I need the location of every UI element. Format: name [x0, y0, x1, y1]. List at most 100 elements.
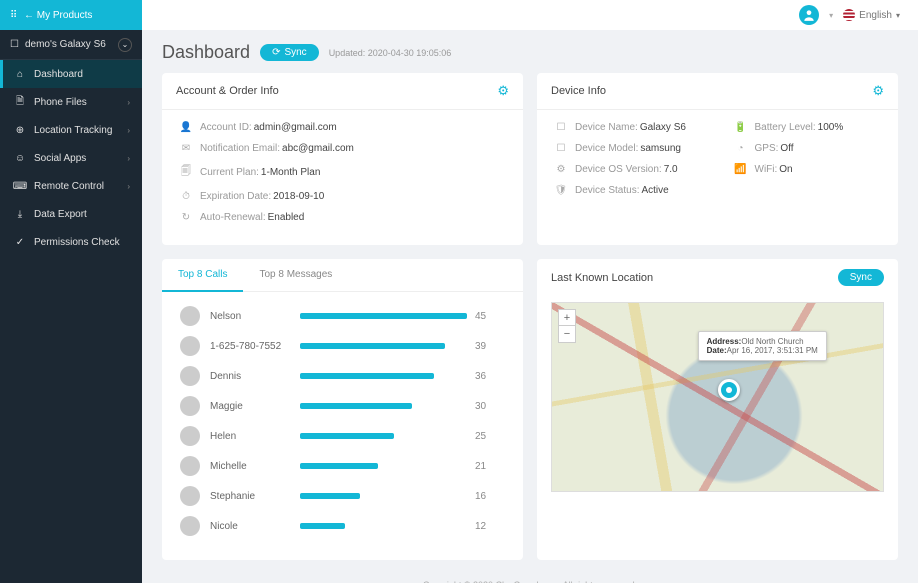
avatar — [180, 396, 200, 416]
info-value: 1-Month Plan — [261, 167, 320, 178]
call-bar — [300, 373, 467, 379]
info-label: Device OS Version: — [575, 164, 662, 175]
info-label: GPS: — [755, 143, 779, 154]
popup-date: Apr 16, 2017, 3:51:31 PM — [727, 346, 818, 355]
info-icon: ◔ — [733, 143, 749, 154]
gear-icon[interactable]: ⚙ — [872, 83, 884, 99]
info-label: Device Model: — [575, 143, 638, 154]
call-name: Maggie — [210, 401, 300, 412]
avatar — [180, 516, 200, 536]
chevron-right-icon: › — [127, 154, 130, 163]
avatar — [180, 366, 200, 386]
sidebar-item[interactable]: ⤓Data Export — [0, 200, 142, 228]
sidebar-item[interactable]: 🗎Phone Files› — [0, 88, 142, 116]
call-name: Nelson — [210, 311, 300, 322]
info-value: On — [779, 164, 792, 175]
info-icon: ⏱ — [178, 191, 194, 202]
map[interactable]: + − Address:Old North Church Date:Apr 16… — [551, 302, 884, 492]
avatar — [180, 426, 200, 446]
page-title: Dashboard — [162, 42, 250, 63]
grid-icon: ⠿ — [10, 10, 24, 21]
sidebar-item-label: Data Export — [34, 209, 87, 220]
call-bar — [300, 403, 467, 409]
call-row: 1-625-780-7552 39 — [180, 336, 505, 356]
sidebar-item[interactable]: ⌨Remote Control› — [0, 172, 142, 200]
call-bar — [300, 463, 467, 469]
call-name: Stephanie — [210, 491, 300, 502]
call-row: Nelson45 — [180, 306, 505, 326]
flag-icon — [843, 9, 855, 21]
call-bar — [300, 523, 467, 529]
sidebar-item-label: Remote Control — [34, 181, 104, 192]
sidebar-item-label: Permissions Check — [34, 237, 120, 248]
sidebar-item[interactable]: ⌂Dashboard — [0, 60, 142, 88]
tab-top-calls[interactable]: Top 8 Calls — [162, 259, 243, 292]
info-icon: 👤 — [178, 122, 194, 133]
main: ▾ English ▾ Dashboard ⟳ Sync Updated: 20… — [142, 0, 918, 583]
call-name: 1-625-780-7552 — [210, 341, 300, 352]
avatar — [180, 306, 200, 326]
info-label: Notification Email: — [200, 143, 280, 154]
avatar — [180, 456, 200, 476]
nav-icon: 🗎 — [12, 94, 28, 111]
info-label: Account ID: — [200, 122, 252, 133]
call-count: 25 — [475, 431, 505, 442]
call-row: Dennis 36 — [180, 366, 505, 386]
device-card: Device Info ⚙ ☐Device Name: Galaxy S6☐De… — [537, 73, 898, 245]
call-bar — [300, 343, 467, 349]
sidebar-item[interactable]: ☺Social Apps› — [0, 144, 142, 172]
sidebar: ⠿ ← My Products ☐ demo's Galaxy S6 ⌄ ⌂Da… — [0, 0, 142, 583]
sidebar-item[interactable]: ✓Permissions Check — [0, 228, 142, 256]
nav-icon: ☺ — [12, 153, 28, 164]
call-row: Stephanie16 — [180, 486, 505, 506]
sidebar-item-label: Phone Files — [34, 97, 87, 108]
info-icon: ↻ — [178, 212, 194, 223]
info-row: ◔GPS: Off — [733, 143, 883, 154]
info-value: 2018-09-10 — [273, 191, 324, 202]
refresh-icon: ⟳ — [272, 47, 280, 58]
call-count: 21 — [475, 461, 505, 472]
sidebar-top-link[interactable]: ⠿ ← My Products — [0, 0, 142, 30]
content-area: Dashboard ⟳ Sync Updated: 2020-04-30 19:… — [142, 30, 918, 583]
sidebar-item-label: Location Tracking — [34, 125, 112, 136]
info-row: 🔋Battery Level: 100% — [733, 122, 883, 133]
tab-top-messages[interactable]: Top 8 Messages — [243, 259, 348, 291]
info-value: abc@gmail.com — [282, 143, 354, 154]
popup-date-label: Date: — [707, 346, 727, 355]
call-name: Nicole — [210, 521, 300, 532]
info-icon: 🛡 — [553, 185, 569, 196]
zoom-in-button[interactable]: + — [559, 310, 575, 326]
popup-address-label: Address: — [707, 337, 742, 346]
nav-icon: ⌨ — [12, 181, 28, 192]
topbar: ▾ English ▾ — [142, 0, 918, 30]
device-selector[interactable]: ☐ demo's Galaxy S6 ⌄ — [0, 30, 142, 60]
language-selector[interactable]: English ▾ — [843, 9, 900, 21]
info-label: Battery Level: — [755, 122, 816, 133]
top-calls-card: Top 8 Calls Top 8 Messages Nelson45 1-625… — [162, 259, 523, 560]
call-count: 12 — [475, 521, 505, 532]
app-root: ⠿ ← My Products ☐ demo's Galaxy S6 ⌄ ⌂Da… — [0, 0, 918, 583]
card-title: Account & Order Info — [176, 85, 279, 97]
location-sync-button[interactable]: Sync — [838, 269, 884, 286]
map-popup: Address:Old North Church Date:Apr 16, 20… — [698, 331, 827, 361]
call-count: 39 — [475, 341, 505, 352]
user-avatar-button[interactable] — [799, 5, 819, 25]
gear-icon[interactable]: ⚙ — [497, 83, 509, 99]
zoom-out-button[interactable]: − — [559, 326, 575, 342]
info-row: ⚙Device OS Version: 7.0 — [553, 164, 703, 175]
call-count: 30 — [475, 401, 505, 412]
map-zoom-controls: + − — [558, 309, 576, 343]
language-label: English — [859, 10, 892, 21]
sidebar-item[interactable]: ⊕Location Tracking› — [0, 116, 142, 144]
cards-row-1: Account & Order Info ⚙ 👤Account ID: admi… — [162, 73, 898, 245]
call-name: Dennis — [210, 371, 300, 382]
call-count: 36 — [475, 371, 505, 382]
call-row: Nicole 12 — [180, 516, 505, 536]
avatar — [180, 486, 200, 506]
info-row: 📶WiFi: On — [733, 164, 883, 175]
info-row: ☐Device Model: samsung — [553, 143, 703, 154]
sync-button[interactable]: ⟳ Sync — [260, 44, 319, 61]
info-label: Expiration Date: — [200, 191, 271, 202]
avatar — [180, 336, 200, 356]
info-icon: ✉ — [178, 143, 194, 154]
